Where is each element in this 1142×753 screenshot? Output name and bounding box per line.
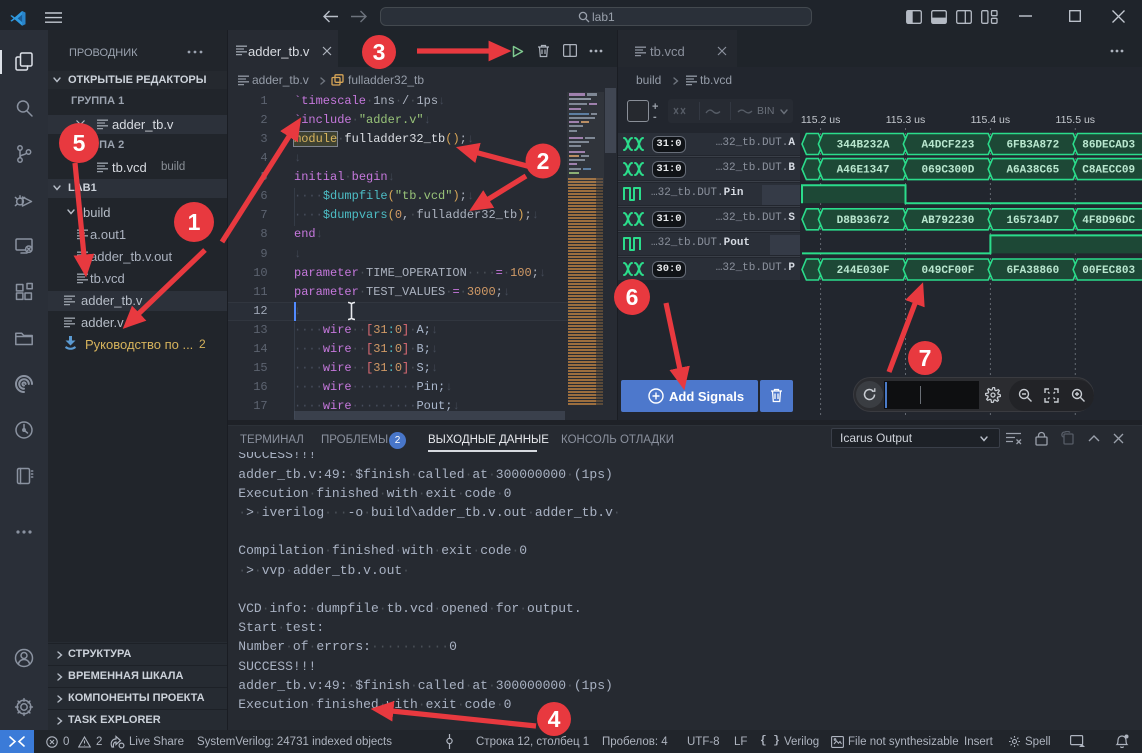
svg-text:4: 4 (548, 706, 561, 732)
svg-text:2: 2 (537, 148, 550, 174)
svg-text:1: 1 (188, 209, 201, 235)
svg-text:3: 3 (373, 39, 386, 65)
svg-text:5: 5 (73, 130, 86, 156)
svg-text:7: 7 (919, 345, 932, 371)
svg-text:6: 6 (626, 284, 639, 310)
